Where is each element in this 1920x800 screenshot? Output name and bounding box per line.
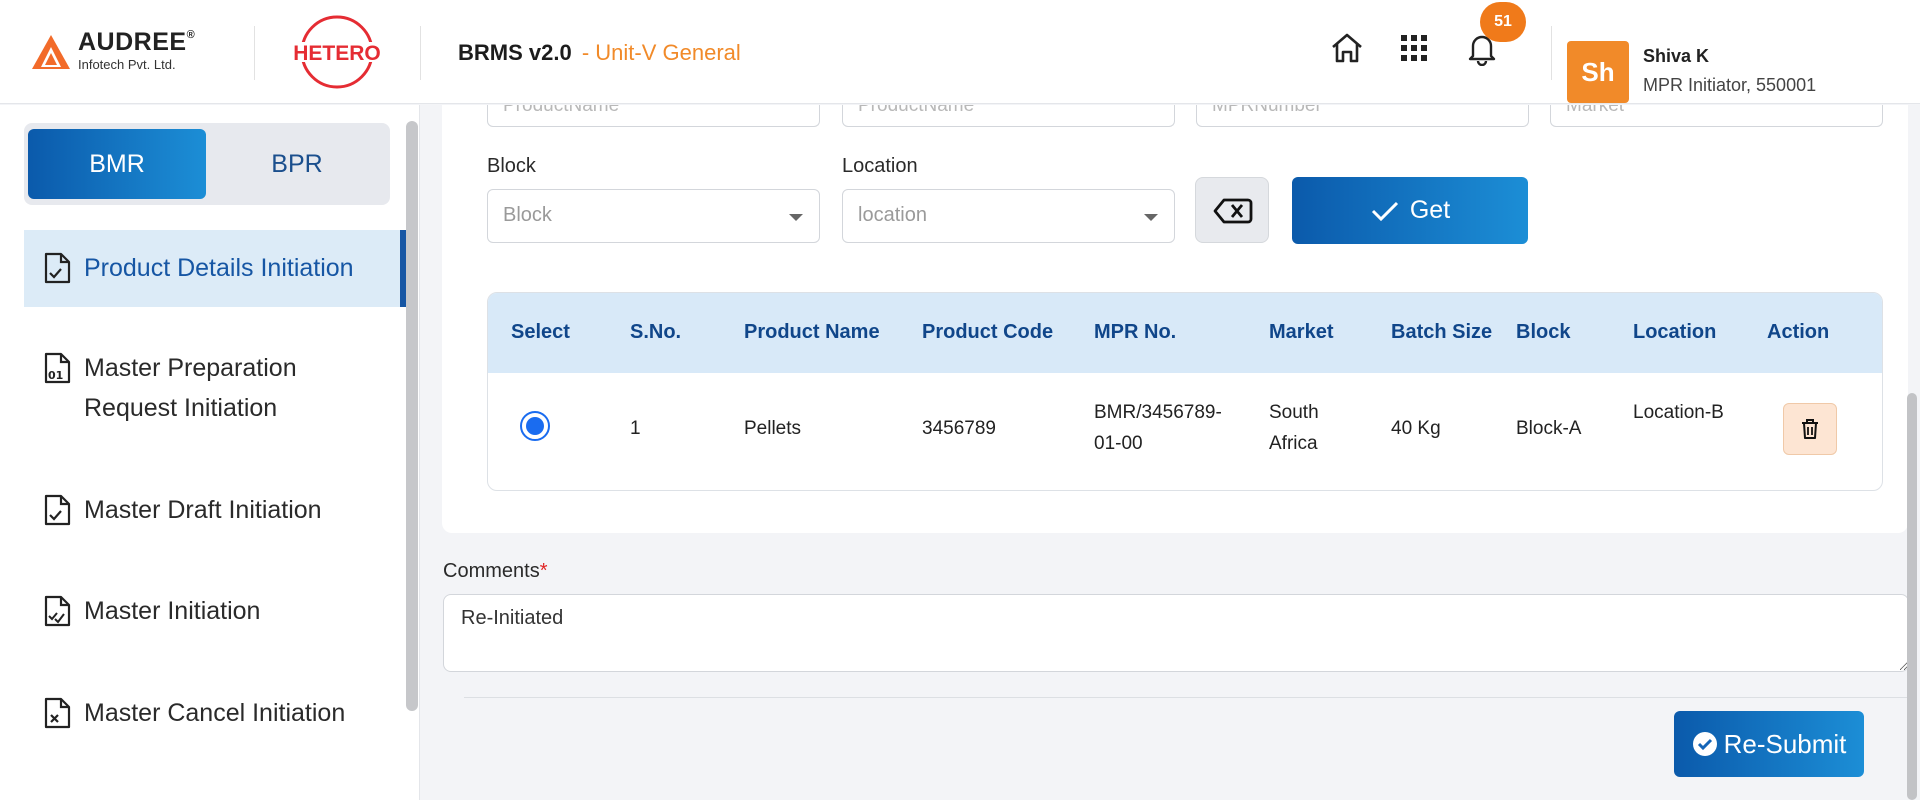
input-placeholder: MPRNumber: [1212, 105, 1322, 116]
column-header: Product Code: [922, 321, 1054, 343]
sidebar-item-master-cancel-initiation[interactable]: Master Cancel Initiation: [24, 693, 406, 733]
cell-sno: 1: [630, 418, 641, 439]
audree-logo[interactable]: AUDREE® Infotech Pvt. Ltd.: [30, 30, 195, 71]
toggle-bmr-button[interactable]: BMR: [28, 129, 206, 199]
sidebar-item-label: Master Cancel Initiation: [84, 699, 346, 727]
chevron-down-icon: [789, 214, 803, 221]
sidebar-item-label: Product Details Initiation: [84, 254, 354, 282]
home-icon[interactable]: [1329, 30, 1365, 66]
user-name: Shiva K: [1643, 46, 1710, 66]
column-header: Select: [511, 321, 570, 343]
header-divider: [1551, 26, 1552, 80]
mpr-number-input[interactable]: MPRNumber: [1196, 105, 1529, 127]
cell-block: Block-A: [1516, 418, 1582, 439]
cell-product-code: 3456789: [922, 418, 996, 439]
header-divider: [420, 26, 421, 80]
column-header: Product Name: [744, 321, 880, 343]
app-title: BRMS v2.0 - Unit-V General: [458, 40, 741, 66]
main-content: ProductName ProductName MPRNumber Market…: [421, 105, 1920, 800]
sidebar: BMR BPR Product Details Initiation 01 Ma…: [0, 105, 420, 800]
clear-filters-button[interactable]: [1195, 177, 1269, 243]
market-input[interactable]: Market: [1550, 105, 1883, 127]
avatar[interactable]: Sh: [1567, 41, 1629, 103]
sidebar-item-master-draft-initiation[interactable]: Master Draft Initiation: [24, 490, 406, 530]
location-label: Location: [842, 155, 918, 177]
chevron-down-icon: [1144, 214, 1158, 221]
check-circle-icon: [1692, 732, 1717, 756]
location-select[interactable]: location: [842, 189, 1175, 243]
block-placeholder: Block: [503, 204, 552, 226]
product-name-input[interactable]: ProductName: [842, 105, 1175, 127]
required-mark: *: [539, 560, 548, 582]
file-check-icon: [44, 252, 71, 284]
bmr-bpr-toggle: BMR BPR: [24, 123, 390, 205]
apps-grid-icon[interactable]: [1396, 30, 1432, 66]
input-placeholder: ProductName: [503, 105, 620, 116]
partner-logo-text: HETERO: [293, 42, 381, 65]
input-placeholder: ProductName: [858, 105, 975, 116]
backspace-clear-icon: [1213, 198, 1253, 224]
column-header: S.No.: [630, 321, 682, 343]
audree-triangle-icon: [32, 34, 70, 69]
location-placeholder: location: [858, 204, 927, 226]
get-button[interactable]: Get: [1292, 177, 1528, 244]
column-header: Block: [1516, 321, 1571, 343]
check-icon: [1371, 201, 1398, 221]
get-button-label: Get: [1409, 196, 1451, 224]
cell-market: South Africa: [1269, 402, 1319, 454]
product-table: Select S.No. Product Name Product Code M…: [487, 292, 1883, 491]
app-unit: - Unit-V General: [581, 40, 741, 65]
brand-name: AUDREE: [78, 28, 187, 56]
app-name: BRMS v2.0: [458, 40, 572, 65]
comments-textarea[interactable]: Re-Initiated: [443, 594, 1909, 672]
notification-badge[interactable]: 51: [1480, 2, 1526, 42]
file-binary-icon: 01: [44, 352, 71, 384]
cell-product-name: Pellets: [744, 418, 802, 439]
sidebar-item-label: Master Preparation Request Initiation: [84, 354, 297, 422]
sidebar-item-label: Master Initiation: [84, 597, 261, 625]
resubmit-label: Re-Submit: [1723, 728, 1847, 759]
sidebar-scrollbar[interactable]: [406, 121, 418, 711]
page-scrollbar[interactable]: [1907, 393, 1917, 800]
table-header-row: Select S.No. Product Name Product Code M…: [488, 293, 1882, 373]
brand-subtitle: Infotech Pvt. Ltd.: [78, 57, 176, 72]
comments-label: Comments*: [443, 560, 548, 583]
row-select-radio[interactable]: [520, 411, 550, 441]
brand-reg-mark: ®: [186, 29, 196, 41]
trash-icon: [1802, 419, 1818, 439]
hetero-logo[interactable]: HETERO: [289, 14, 385, 90]
column-header: MPR No.: [1094, 321, 1177, 343]
sidebar-item-product-details-initiation[interactable]: Product Details Initiation: [24, 230, 406, 307]
toggle-bpr-button[interactable]: BPR: [208, 129, 386, 199]
sidebar-item-label: Master Draft Initiation: [84, 496, 322, 524]
block-label: Block: [487, 155, 536, 177]
file-check-icon: [44, 494, 71, 526]
file-x-icon: [44, 697, 71, 729]
cell-mpr-no: BMR/3456789-01-00: [1094, 402, 1222, 454]
product-name-input[interactable]: ProductName: [487, 105, 820, 127]
column-header: Market: [1269, 321, 1334, 343]
top-header: AUDREE® Infotech Pvt. Ltd. HETERO BRMS v…: [0, 0, 1920, 104]
delete-row-button[interactable]: [1783, 403, 1837, 455]
cell-batch-size: 40 Kg: [1391, 418, 1441, 439]
divider: [464, 697, 1908, 698]
svg-text:01: 01: [48, 369, 63, 382]
user-role: MPR Initiator, 550001: [1643, 75, 1817, 95]
file-double-check-icon: [44, 595, 71, 627]
column-header: Batch Size: [1391, 321, 1493, 343]
header-divider: [254, 26, 255, 80]
column-header: Location: [1633, 321, 1717, 343]
cell-location: Location-B: [1633, 402, 1724, 423]
comments-label-text: Comments: [443, 560, 540, 582]
sidebar-item-master-preparation-request-initiation[interactable]: 01 Master Preparation Request Initiation: [24, 348, 406, 428]
column-header: Action: [1767, 321, 1830, 343]
product-filter-card: ProductName ProductName MPRNumber Market…: [442, 105, 1908, 533]
sidebar-item-master-initiation[interactable]: Master Initiation: [24, 591, 406, 631]
input-placeholder: Market: [1566, 105, 1625, 116]
resubmit-button[interactable]: Re-Submit: [1674, 711, 1864, 777]
block-select[interactable]: Block: [487, 189, 820, 243]
